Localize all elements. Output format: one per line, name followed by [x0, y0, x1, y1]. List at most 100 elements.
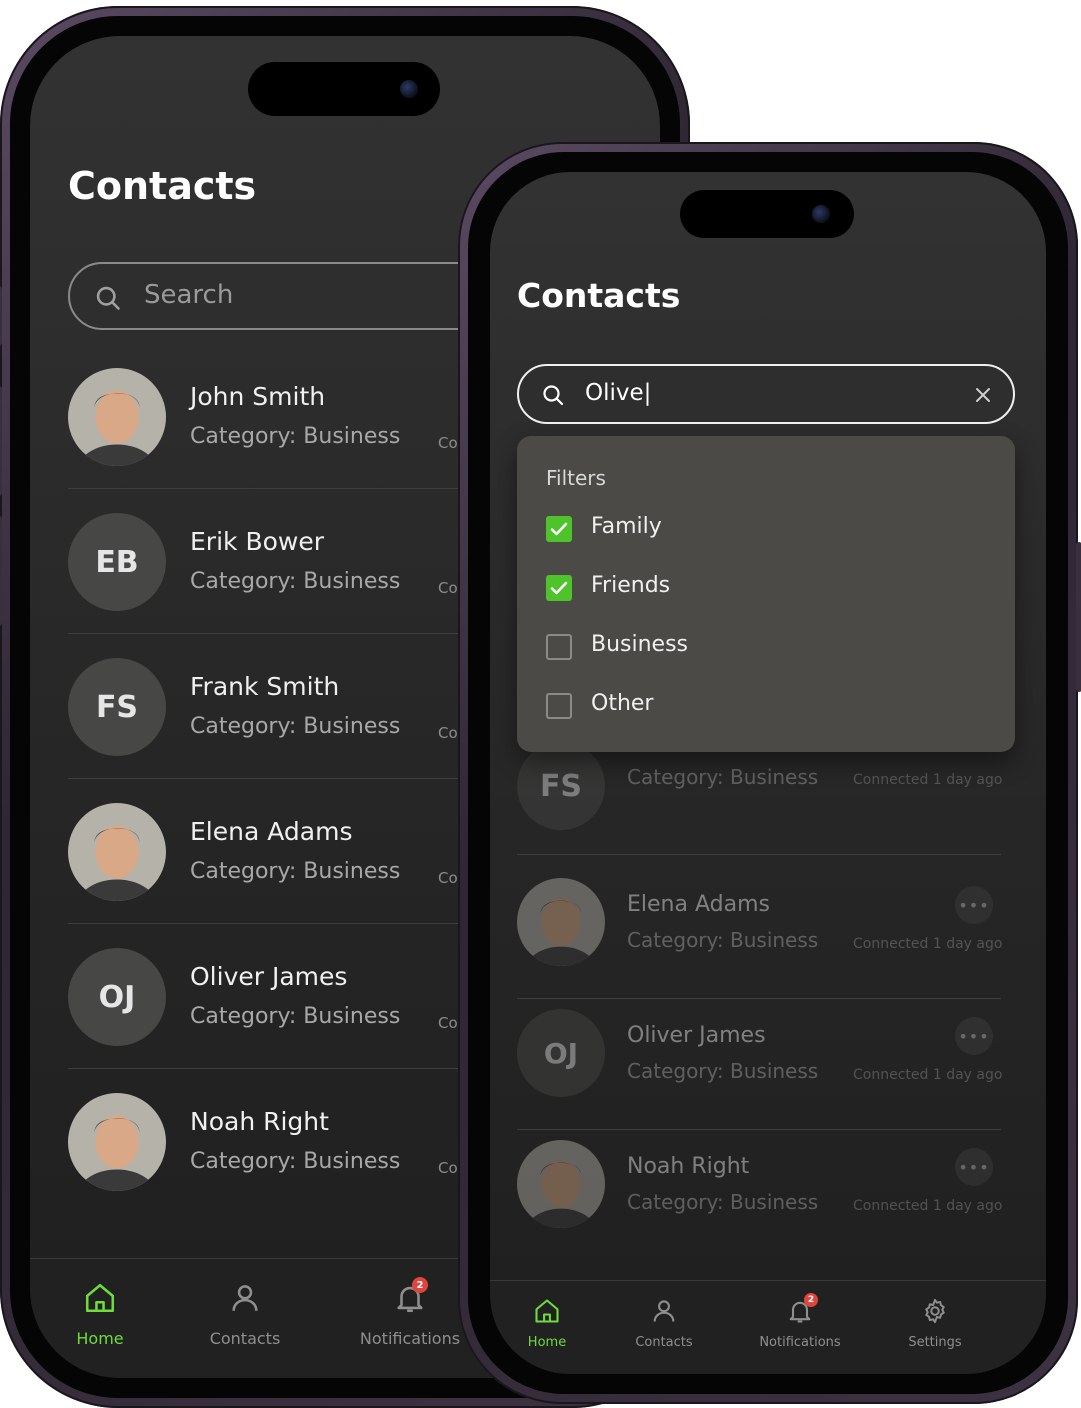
- nav-home[interactable]: Home: [520, 1295, 574, 1365]
- search-icon: [96, 286, 120, 310]
- contact-name: Noah Right: [627, 1154, 750, 1179]
- bottom-nav: Home Contacts 2 Notifications Settings: [490, 1280, 1046, 1374]
- avatar: [517, 878, 605, 966]
- contact-category: Category: Business: [627, 1059, 819, 1083]
- divider: [68, 923, 468, 924]
- filter-option-friends[interactable]: Friends: [546, 573, 986, 605]
- avatar: OJ: [68, 948, 166, 1046]
- front-camera: [812, 205, 830, 223]
- contact-category: Category: Business: [627, 765, 819, 789]
- contact-category: Category: Business: [627, 928, 819, 952]
- divider: [68, 633, 468, 634]
- dynamic-island: [680, 190, 854, 238]
- contact-name: Oliver James: [190, 962, 348, 991]
- filter-option-business[interactable]: Business: [546, 632, 986, 664]
- page-title: Contacts: [517, 276, 681, 315]
- profile-photo: [68, 1093, 166, 1191]
- profile-photo: [517, 1140, 605, 1228]
- nav-settings-label: Settings: [908, 1335, 962, 1350]
- contact-connected: Connected 1 day ago: [853, 772, 1003, 788]
- search-placeholder: Search: [144, 280, 234, 310]
- nav-notifications[interactable]: 2 Notifications: [350, 1277, 470, 1367]
- front-phone-screen: Contacts Olive| FS Category: Business Co…: [490, 172, 1046, 1374]
- filter-option-other[interactable]: Other: [546, 691, 986, 723]
- contact-name: Oliver James: [627, 1023, 766, 1048]
- filters-dropdown: Filters Family Friends Business Other: [517, 436, 1015, 752]
- contact-category: Category: Business: [190, 424, 401, 449]
- filter-label: Friends: [591, 573, 671, 598]
- filter-label: Business: [591, 632, 689, 657]
- nav-contacts[interactable]: Contacts: [624, 1295, 704, 1365]
- contact-connected: Co: [438, 434, 458, 452]
- user-icon: [232, 1285, 258, 1311]
- contact-name: Frank Smith: [190, 672, 340, 701]
- contact-name: Elena Adams: [190, 817, 353, 846]
- nav-notifications-label: Notifications: [759, 1335, 841, 1350]
- checkbox[interactable]: [546, 634, 572, 660]
- more-options-button[interactable]: •••: [955, 1017, 993, 1055]
- contact-category: Category: Business: [627, 1190, 819, 1214]
- notification-badge: 2: [412, 1277, 428, 1293]
- nav-home-label: Home: [76, 1329, 124, 1348]
- filter-option-family[interactable]: Family: [546, 514, 986, 546]
- contact-connected: Co: [438, 724, 458, 742]
- contact-name: Erik Bower: [190, 527, 324, 556]
- filter-label: Other: [591, 691, 654, 716]
- divider: [68, 488, 468, 489]
- check-icon: [550, 522, 568, 536]
- avatar: [517, 1140, 605, 1228]
- avatar: [68, 803, 166, 901]
- search-value: Olive|: [585, 380, 652, 406]
- nav-notifications[interactable]: 2 Notifications: [748, 1293, 852, 1365]
- avatar: EB: [68, 513, 166, 611]
- checkbox[interactable]: [546, 516, 572, 542]
- nav-settings[interactable]: Settings: [895, 1295, 975, 1365]
- avatar: FS: [517, 742, 605, 830]
- nav-home[interactable]: Home: [60, 1277, 140, 1367]
- contact-category: Category: Business: [190, 569, 401, 594]
- clear-icon[interactable]: [975, 387, 991, 403]
- back-phone-volume-up: [0, 386, 2, 496]
- contact-name: Noah Right: [190, 1107, 329, 1136]
- home-icon: [535, 1299, 559, 1323]
- contact-connected: Co: [438, 579, 458, 597]
- contact-category: Category: Business: [190, 714, 401, 739]
- checkbox[interactable]: [546, 693, 572, 719]
- profile-photo: [68, 368, 166, 466]
- contact-row[interactable]: Elena Adams Category: Business Connected 1…: [490, 878, 1046, 988]
- divider: [517, 1129, 1001, 1130]
- more-options-button[interactable]: •••: [955, 1148, 993, 1186]
- profile-photo: [517, 878, 605, 966]
- home-icon: [85, 1283, 115, 1313]
- contact-connected: Co: [438, 869, 458, 887]
- front-phone-side-button: [1076, 542, 1081, 692]
- contact-row[interactable]: OJ Oliver James Category: Business Connecte…: [490, 1009, 1046, 1119]
- contact-connected: Co: [438, 1159, 458, 1177]
- more-options-button[interactable]: •••: [955, 886, 993, 924]
- back-phone-volume-down: [0, 516, 2, 626]
- notification-badge: 2: [804, 1293, 818, 1307]
- nav-contacts-label: Contacts: [209, 1329, 281, 1348]
- divider: [517, 854, 1001, 855]
- avatar: OJ: [517, 1009, 605, 1097]
- contact-name: Elena Adams: [627, 892, 770, 917]
- gear-icon: [925, 1298, 945, 1324]
- search-icon: [543, 385, 564, 406]
- filters-heading: Filters: [546, 466, 606, 490]
- page-title: Contacts: [68, 164, 257, 208]
- filter-label: Family: [591, 514, 662, 539]
- front-camera: [400, 80, 418, 98]
- checkbox[interactable]: [546, 575, 572, 601]
- contact-row[interactable]: Noah Right Category: Business Connected 1 …: [490, 1140, 1046, 1250]
- check-icon: [550, 581, 568, 595]
- divider: [68, 1068, 468, 1069]
- contact-connected: Connected 1 day ago: [853, 1067, 1003, 1083]
- contact-connected: Connected 1 day ago: [853, 1198, 1003, 1214]
- contact-category: Category: Business: [190, 1004, 401, 1029]
- contact-connected: Co: [438, 1014, 458, 1032]
- search-input[interactable]: Olive|: [517, 364, 1015, 424]
- contact-category: Category: Business: [190, 1149, 401, 1174]
- front-phone: Contacts Olive| FS Category: Business Co…: [458, 142, 1081, 1404]
- nav-contacts[interactable]: Contacts: [195, 1277, 295, 1367]
- profile-photo: [68, 803, 166, 901]
